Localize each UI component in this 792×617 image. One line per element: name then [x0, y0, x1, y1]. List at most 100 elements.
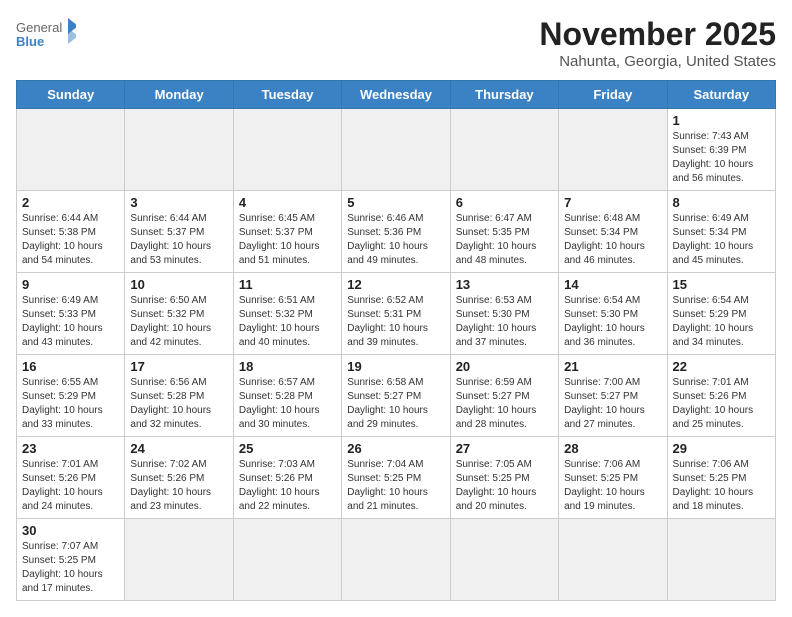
day-info: Sunrise: 7:01 AMSunset: 5:26 PMDaylight:… — [22, 458, 119, 514]
table-row: 14 Sunrise: 6:54 AMSunset: 5:30 PMDayligh… — [559, 273, 667, 355]
day-number: 28 — [564, 441, 661, 456]
calendar-week-0: 1Sunrise: 7:43 AMSunset: 6:39 PMDaylight… — [17, 109, 776, 191]
day-number: 11 — [239, 277, 336, 292]
calendar-week-3: 16 Sunrise: 6:55 AMSunset: 5:29 PMDayligh… — [17, 355, 776, 437]
day-info: Sunrise: 6:50 AMSunset: 5:32 PMDaylight:… — [130, 294, 227, 350]
day-number: 2 — [22, 195, 119, 210]
table-row — [559, 109, 667, 191]
table-row: 30Sunrise: 7:07 AMSunset: 5:25 PMDayligh… — [17, 519, 125, 601]
table-row — [342, 109, 450, 191]
day-info: Sunrise: 6:57 AMSunset: 5:28 PMDaylight:… — [239, 376, 336, 432]
calendar-week-4: 23 Sunrise: 7:01 AMSunset: 5:26 PMDayligh… — [17, 437, 776, 519]
day-info: Sunrise: 6:49 AMSunset: 5:33 PMDaylight:… — [22, 294, 119, 350]
day-number: 14 — [564, 277, 661, 292]
table-row — [342, 519, 450, 601]
table-row: 7Sunrise: 6:48 AMSunset: 5:34 PMDaylight… — [559, 191, 667, 273]
day-number: 19 — [347, 359, 444, 374]
day-info: Sunrise: 6:56 AMSunset: 5:28 PMDaylight:… — [130, 376, 227, 432]
table-row: 23 Sunrise: 7:01 AMSunset: 5:26 PMDayligh… — [17, 437, 125, 519]
table-row: 15Sunrise: 6:54 AMSunset: 5:29 PMDayligh… — [667, 273, 775, 355]
table-row: 13 Sunrise: 6:53 AMSunset: 5:30 PMDayligh… — [450, 273, 558, 355]
day-number: 20 — [456, 359, 553, 374]
calendar-week-1: 2Sunrise: 6:44 AMSunset: 5:38 PMDaylight… — [17, 191, 776, 273]
day-info: Sunrise: 6:59 AMSunset: 5:27 PMDaylight:… — [456, 376, 553, 432]
table-row: 20 Sunrise: 6:59 AMSunset: 5:27 PMDayligh… — [450, 355, 558, 437]
day-info: Sunrise: 7:06 AMSunset: 5:25 PMDaylight:… — [564, 458, 661, 514]
day-number: 16 — [22, 359, 119, 374]
day-info: Sunrise: 6:51 AMSunset: 5:32 PMDaylight:… — [239, 294, 336, 350]
header-friday: Friday — [559, 81, 667, 109]
day-info: Sunrise: 6:54 AMSunset: 5:30 PMDaylight:… — [564, 294, 661, 350]
svg-text:Blue: Blue — [16, 34, 44, 49]
table-row: 26Sunrise: 7:04 AMSunset: 5:25 PMDayligh… — [342, 437, 450, 519]
table-row — [450, 519, 558, 601]
header-sunday: Sunday — [17, 81, 125, 109]
day-number: 3 — [130, 195, 227, 210]
header: General Blue November 2025 Nahunta, Geor… — [16, 16, 776, 70]
table-row: 24 Sunrise: 7:02 AMSunset: 5:26 PMDayligh… — [125, 437, 233, 519]
calendar-header-row: Sunday Monday Tuesday Wednesday Thursday… — [17, 81, 776, 109]
day-number: 21 — [564, 359, 661, 374]
table-row: 8 Sunrise: 6:49 AMSunset: 5:34 PMDaylight… — [667, 191, 775, 273]
table-row: 22Sunrise: 7:01 AMSunset: 5:26 PMDayligh… — [667, 355, 775, 437]
header-thursday: Thursday — [450, 81, 558, 109]
day-number: 4 — [239, 195, 336, 210]
table-row: 21 Sunrise: 7:00 AMSunset: 5:27 PMDayligh… — [559, 355, 667, 437]
table-row: 9 Sunrise: 6:49 AMSunset: 5:33 PMDaylight… — [17, 273, 125, 355]
day-info: Sunrise: 7:43 AMSunset: 6:39 PMDaylight:… — [673, 130, 770, 186]
header-tuesday: Tuesday — [233, 81, 341, 109]
title-area: November 2025 Nahunta, Georgia, United S… — [539, 16, 776, 70]
table-row — [125, 519, 233, 601]
calendar-week-5: 30Sunrise: 7:07 AMSunset: 5:25 PMDayligh… — [17, 519, 776, 601]
day-info: Sunrise: 7:03 AMSunset: 5:26 PMDaylight:… — [239, 458, 336, 514]
month-title: November 2025 — [539, 16, 776, 53]
day-info: Sunrise: 6:52 AMSunset: 5:31 PMDaylight:… — [347, 294, 444, 350]
table-row: 1Sunrise: 7:43 AMSunset: 6:39 PMDaylight… — [667, 109, 775, 191]
table-row: 27 Sunrise: 7:05 AMSunset: 5:25 PMDayligh… — [450, 437, 558, 519]
header-wednesday: Wednesday — [342, 81, 450, 109]
day-info: Sunrise: 6:47 AMSunset: 5:35 PMDaylight:… — [456, 212, 553, 268]
day-info: Sunrise: 6:45 AMSunset: 5:37 PMDaylight:… — [239, 212, 336, 268]
day-number: 5 — [347, 195, 444, 210]
day-info: Sunrise: 6:58 AMSunset: 5:27 PMDaylight:… — [347, 376, 444, 432]
day-info: Sunrise: 7:06 AMSunset: 5:25 PMDaylight:… — [673, 458, 770, 514]
day-number: 10 — [130, 277, 227, 292]
day-info: Sunrise: 7:02 AMSunset: 5:26 PMDaylight:… — [130, 458, 227, 514]
day-info: Sunrise: 7:04 AMSunset: 5:25 PMDaylight:… — [347, 458, 444, 514]
header-monday: Monday — [125, 81, 233, 109]
day-info: Sunrise: 6:49 AMSunset: 5:34 PMDaylight:… — [673, 212, 770, 268]
day-info: Sunrise: 7:05 AMSunset: 5:25 PMDaylight:… — [456, 458, 553, 514]
table-row: 11 Sunrise: 6:51 AMSunset: 5:32 PMDayligh… — [233, 273, 341, 355]
logo: General Blue — [16, 16, 76, 52]
table-row: 16 Sunrise: 6:55 AMSunset: 5:29 PMDayligh… — [17, 355, 125, 437]
table-row: 18 Sunrise: 6:57 AMSunset: 5:28 PMDayligh… — [233, 355, 341, 437]
day-number: 18 — [239, 359, 336, 374]
day-number: 8 — [673, 195, 770, 210]
day-number: 27 — [456, 441, 553, 456]
table-row: 25 Sunrise: 7:03 AMSunset: 5:26 PMDayligh… — [233, 437, 341, 519]
table-row: 19 Sunrise: 6:58 AMSunset: 5:27 PMDayligh… — [342, 355, 450, 437]
table-row — [559, 519, 667, 601]
day-number: 24 — [130, 441, 227, 456]
table-row: 3Sunrise: 6:44 AMSunset: 5:37 PMDaylight… — [125, 191, 233, 273]
day-number: 6 — [456, 195, 553, 210]
logo-svg: General Blue — [16, 16, 76, 52]
table-row: 5Sunrise: 6:46 AMSunset: 5:36 PMDaylight… — [342, 191, 450, 273]
day-number: 30 — [22, 523, 119, 538]
table-row — [125, 109, 233, 191]
day-number: 23 — [22, 441, 119, 456]
day-info: Sunrise: 6:55 AMSunset: 5:29 PMDaylight:… — [22, 376, 119, 432]
day-info: Sunrise: 7:01 AMSunset: 5:26 PMDaylight:… — [673, 376, 770, 432]
day-number: 25 — [239, 441, 336, 456]
table-row: 6 Sunrise: 6:47 AMSunset: 5:35 PMDaylight… — [450, 191, 558, 273]
day-number: 9 — [22, 277, 119, 292]
day-number: 13 — [456, 277, 553, 292]
table-row: 12Sunrise: 6:52 AMSunset: 5:31 PMDayligh… — [342, 273, 450, 355]
day-number: 29 — [673, 441, 770, 456]
table-row — [233, 519, 341, 601]
day-info: Sunrise: 7:00 AMSunset: 5:27 PMDaylight:… — [564, 376, 661, 432]
table-row: 4 Sunrise: 6:45 AMSunset: 5:37 PMDaylight… — [233, 191, 341, 273]
day-number: 17 — [130, 359, 227, 374]
day-info: Sunrise: 6:48 AMSunset: 5:34 PMDaylight:… — [564, 212, 661, 268]
day-info: Sunrise: 6:53 AMSunset: 5:30 PMDaylight:… — [456, 294, 553, 350]
